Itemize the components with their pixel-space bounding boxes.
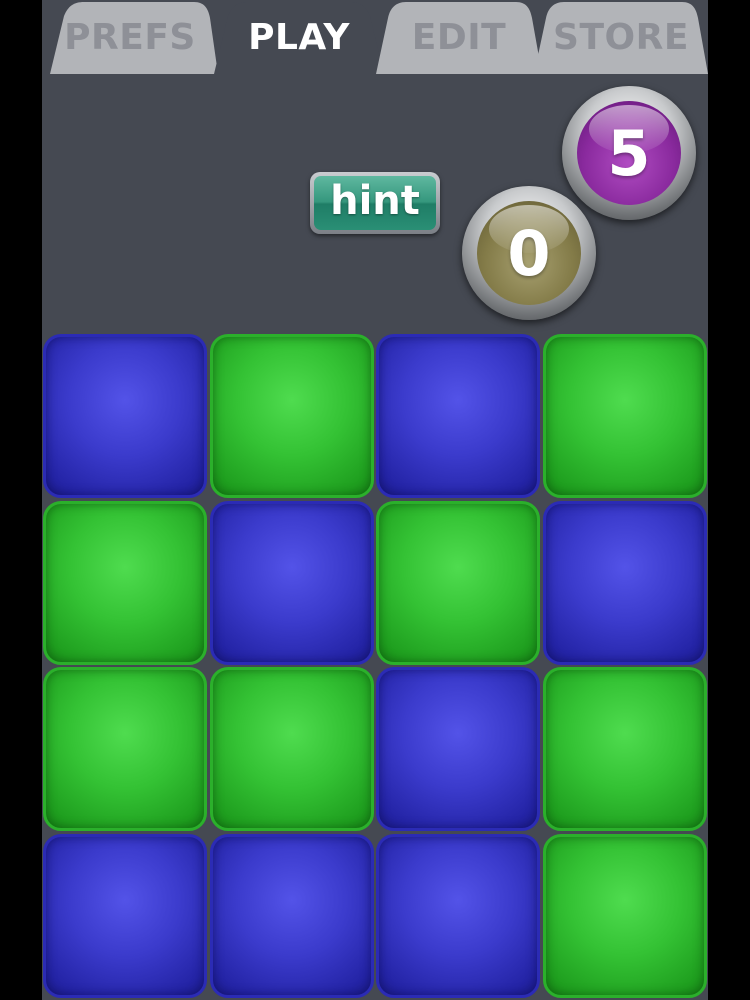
tile-r4-c2-blue[interactable] <box>210 834 374 998</box>
tile-r4-c4-green[interactable] <box>543 834 707 998</box>
game-screen: PREFS PLAY EDIT STORE hint 5 0 <box>42 0 708 1000</box>
hint-button[interactable]: hint <box>310 172 440 234</box>
tab-bar: PREFS PLAY EDIT STORE <box>42 0 708 74</box>
purple-score-orb: 5 <box>562 86 696 220</box>
tile-r2-c1-green[interactable] <box>43 501 207 665</box>
tile-r3-c3-blue[interactable] <box>376 667 540 831</box>
tile-r3-c2-green[interactable] <box>210 667 374 831</box>
tile-r2-c2-blue[interactable] <box>210 501 374 665</box>
tab-edit-label: EDIT <box>411 16 507 58</box>
tab-prefs[interactable]: PREFS <box>42 0 218 74</box>
purple-score-value: 5 <box>607 116 651 190</box>
tile-r1-c2-green[interactable] <box>210 334 374 498</box>
tile-r1-c4-green[interactable] <box>543 334 707 498</box>
tab-prefs-label: PREFS <box>64 16 196 58</box>
tile-r4-c1-blue[interactable] <box>43 834 207 998</box>
tab-play[interactable]: PLAY <box>214 0 384 74</box>
olive-score-orb: 0 <box>462 186 596 320</box>
tile-r3-c4-green[interactable] <box>543 667 707 831</box>
tab-store-label: STORE <box>553 16 689 58</box>
tile-r1-c3-blue[interactable] <box>376 334 540 498</box>
tab-play-label: PLAY <box>248 16 350 58</box>
tab-store[interactable]: STORE <box>534 0 708 74</box>
olive-score-value: 0 <box>507 216 551 290</box>
tile-grid <box>42 333 708 1000</box>
hint-button-label: hint <box>314 176 436 230</box>
tile-r4-c3-blue[interactable] <box>376 834 540 998</box>
tab-edit[interactable]: EDIT <box>376 0 542 74</box>
tile-r2-c4-blue[interactable] <box>543 501 707 665</box>
tile-r3-c1-green[interactable] <box>43 667 207 831</box>
tile-r1-c1-blue[interactable] <box>43 334 207 498</box>
tile-r2-c3-green[interactable] <box>376 501 540 665</box>
